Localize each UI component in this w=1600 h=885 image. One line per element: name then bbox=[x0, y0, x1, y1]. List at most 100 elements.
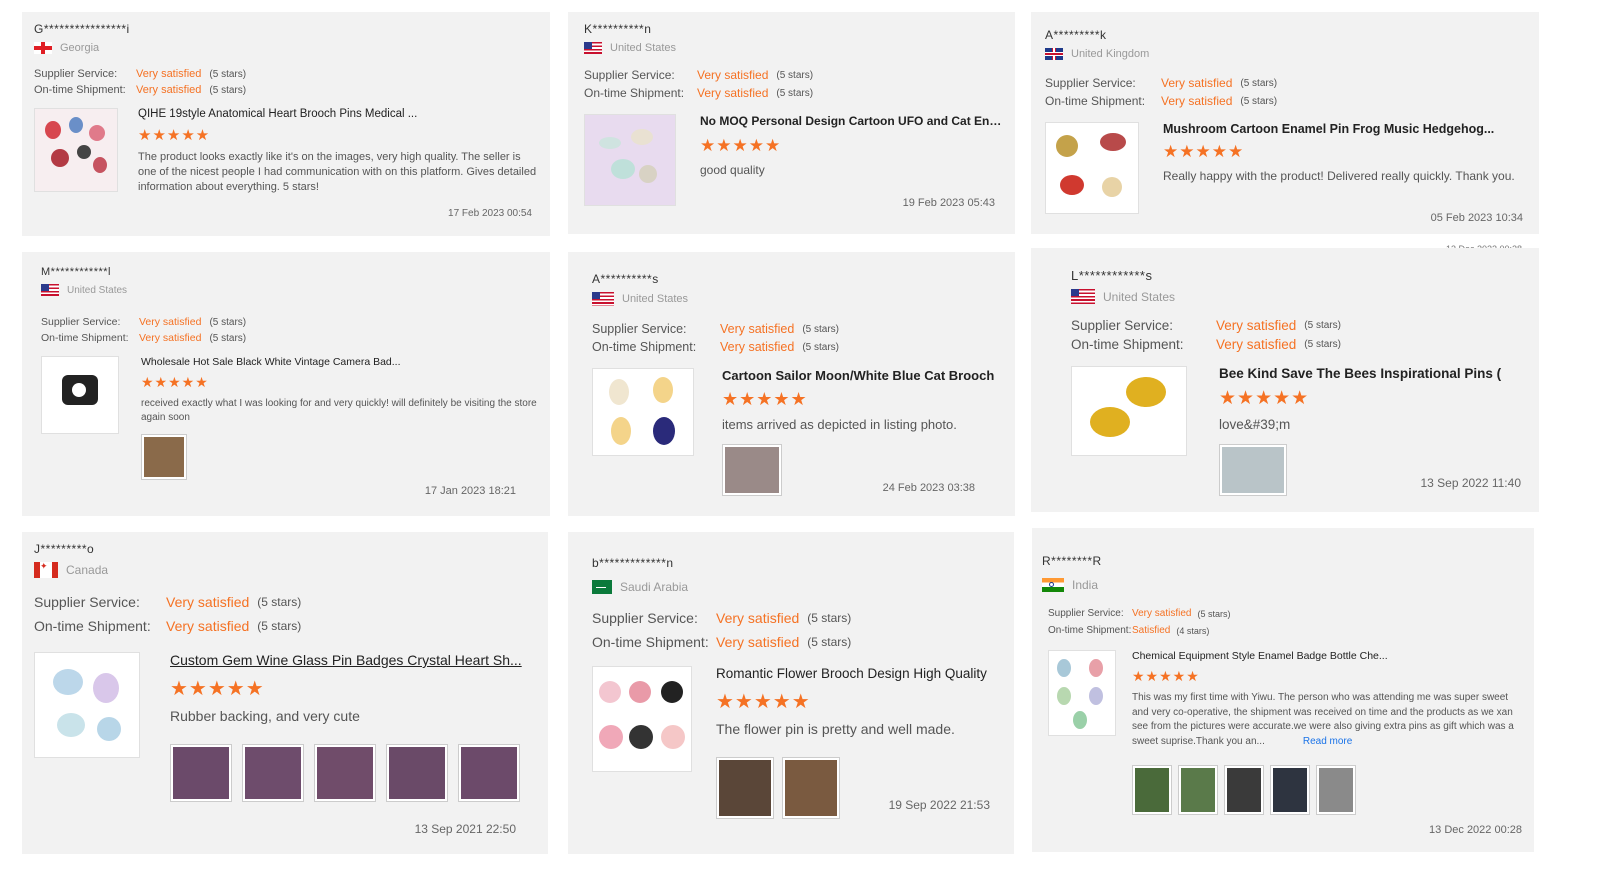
product-thumbnail[interactable] bbox=[592, 666, 692, 772]
review-photo[interactable] bbox=[458, 743, 520, 802]
rating-stars-icon: ★★★★★ bbox=[1163, 142, 1245, 161]
reviewer-name: A*********k bbox=[1045, 28, 1107, 42]
ontime-shipment-rating: On-time Shipment: Very satisfied (5 stars) bbox=[34, 618, 302, 634]
review-photo[interactable] bbox=[782, 756, 840, 819]
review-photo[interactable] bbox=[722, 443, 782, 496]
rating-stars-icon: ★★★★★ bbox=[1132, 668, 1200, 684]
rating-stars-icon: ★★★★★ bbox=[716, 691, 811, 713]
review-photo[interactable] bbox=[386, 743, 448, 802]
product-thumbnail[interactable] bbox=[34, 652, 140, 758]
review-text: The product looks exactly like it's on t… bbox=[138, 151, 537, 193]
reviewer-name: K**********n bbox=[584, 22, 652, 36]
reviewer-name: J*********o bbox=[34, 542, 95, 556]
review-text: items arrived as depicted in listing pho… bbox=[722, 417, 957, 432]
reviewer-country: United States bbox=[592, 292, 1003, 306]
supplier-service-rating: Supplier Service: Very satisfied (5 stars) bbox=[1071, 318, 1341, 333]
reviewer-name: A**********s bbox=[592, 272, 659, 286]
product-thumbnail[interactable] bbox=[34, 108, 118, 192]
review-card: J*********o Canada Supplier Service:Very… bbox=[22, 532, 548, 854]
rating-stars-icon: ★★★★★ bbox=[700, 136, 782, 155]
reviewer-name: G****************i bbox=[34, 22, 130, 36]
product-title[interactable]: Custom Gem Wine Glass Pin Badges Crystal… bbox=[170, 652, 536, 668]
reviewer-name: M************l bbox=[41, 266, 111, 278]
product-thumbnail[interactable] bbox=[584, 114, 676, 206]
ontime-shipment-rating: On-time Shipment: Very satisfied (5 stars) bbox=[34, 84, 247, 96]
product-title[interactable]: Mushroom Cartoon Enamel Pin Frog Music H… bbox=[1163, 122, 1527, 136]
review-text: love&#39;m bbox=[1219, 417, 1291, 432]
review-date: 19 Feb 2023 05:43 bbox=[902, 197, 995, 209]
saudi-arabia-flag-icon bbox=[592, 580, 612, 594]
reviewer-country: Saudi Arabia bbox=[592, 580, 1002, 594]
review-photo[interactable] bbox=[1219, 444, 1287, 497]
supplier-service-rating: Supplier Service: Very satisfied (5 stars) bbox=[34, 594, 302, 610]
ontime-shipment-rating: On-time Shipment: Very satisfied (5 stars) bbox=[1045, 94, 1278, 108]
review-photo[interactable] bbox=[1270, 765, 1310, 815]
review-text: Rubber backing, and very cute bbox=[170, 708, 360, 724]
product-thumbnail[interactable] bbox=[1048, 650, 1116, 736]
reviewer-country: Canada bbox=[34, 562, 536, 578]
ontime-shipment-rating: On-time Shipment: Satisfied (4 stars) bbox=[1048, 625, 1210, 636]
review-photo[interactable] bbox=[1224, 765, 1264, 815]
review-date: 13 Sep 2021 22:50 bbox=[414, 822, 516, 836]
review-photo[interactable] bbox=[1178, 765, 1218, 815]
ontime-shipment-rating: On-time Shipment: Very satisfied (5 stars) bbox=[584, 86, 814, 100]
india-flag-icon bbox=[1042, 578, 1064, 592]
review-photo[interactable] bbox=[170, 743, 232, 802]
product-thumbnail[interactable] bbox=[41, 356, 119, 434]
product-title[interactable]: Romantic Flower Brooch Design High Quali… bbox=[716, 666, 1002, 681]
ontime-shipment-rating: On-time Shipment: Very satisfied (5 stars) bbox=[592, 634, 852, 650]
review-date: 24 Feb 2023 03:38 bbox=[882, 482, 975, 494]
rating-stars-icon: ★★★★★ bbox=[141, 374, 209, 390]
reviewer-country: United States bbox=[41, 284, 538, 296]
review-photo[interactable] bbox=[242, 743, 304, 802]
product-thumbnail[interactable] bbox=[592, 368, 694, 456]
us-flag-icon bbox=[41, 284, 59, 296]
georgia-flag-icon bbox=[34, 42, 52, 54]
supplier-service-rating: Supplier Service: Very satisfied (5 stars) bbox=[592, 322, 840, 336]
review-text: Really happy with the product! Delivered… bbox=[1163, 169, 1515, 183]
review-text: good quality bbox=[700, 163, 765, 177]
product-thumbnail[interactable] bbox=[1045, 122, 1139, 214]
rating-stars-icon: ★★★★★ bbox=[170, 678, 265, 700]
read-more-link[interactable]: Read more bbox=[1303, 736, 1352, 747]
reviewer-country: United Kingdom bbox=[1045, 48, 1527, 60]
supplier-service-rating: Supplier Service: Very satisfied (5 stars) bbox=[584, 68, 814, 82]
canada-flag-icon bbox=[34, 562, 58, 578]
product-title[interactable]: Bee Kind Save The Bees Inspirational Pin… bbox=[1219, 366, 1527, 381]
product-thumbnail[interactable] bbox=[1071, 366, 1187, 456]
review-date: 19 Sep 2022 21:53 bbox=[888, 798, 990, 812]
review-card: A*********k United Kingdom Supplier Serv… bbox=[1031, 12, 1539, 234]
product-title[interactable]: Wholesale Hot Sale Black White Vintage C… bbox=[141, 356, 538, 368]
product-title[interactable]: Chemical Equipment Style Enamel Badge Bo… bbox=[1132, 650, 1522, 662]
ontime-shipment-rating: On-time Shipment: Very satisfied (5 stars) bbox=[592, 340, 840, 354]
product-title[interactable]: No MOQ Personal Design Cartoon UFO and C… bbox=[700, 114, 1003, 128]
review-photo[interactable] bbox=[314, 743, 376, 802]
review-date: 17 Feb 2023 00:54 bbox=[448, 208, 532, 219]
review-photo[interactable] bbox=[1132, 765, 1172, 815]
review-photo[interactable] bbox=[716, 756, 774, 819]
rating-stars-icon: ★★★★★ bbox=[138, 127, 211, 144]
review-date: 13 Dec 2022 00:28 bbox=[1429, 824, 1522, 836]
uk-flag-icon bbox=[1045, 48, 1063, 60]
review-card: b*************n Saudi Arabia Supplier Se… bbox=[568, 532, 1014, 854]
us-flag-icon bbox=[592, 292, 614, 306]
review-card: R********R India Supplier Service: Very s… bbox=[1032, 528, 1534, 852]
reviewer-country: United States bbox=[1071, 289, 1527, 304]
supplier-service-rating: Supplier Service: Very satisfied (5 stars) bbox=[592, 610, 852, 626]
ontime-shipment-rating: On-time Shipment: Very satisfied (5 stars) bbox=[41, 332, 247, 344]
review-card: L************s United States Supplier Se… bbox=[1031, 248, 1539, 512]
review-photo[interactable] bbox=[141, 434, 187, 480]
product-title[interactable]: Cartoon Sailor Moon/White Blue Cat Brooc… bbox=[722, 368, 1003, 383]
supplier-service-rating: Supplier Service: Very satisfied (5 stars) bbox=[41, 316, 247, 328]
review-photo[interactable] bbox=[1316, 765, 1356, 815]
ontime-shipment-rating: On-time Shipment: Very satisfied (5 stars) bbox=[1071, 337, 1341, 352]
supplier-service-rating: Supplier Service: Very satisfied (5 stars) bbox=[1045, 76, 1278, 90]
review-card: M************l United States Supplier Se… bbox=[22, 252, 550, 516]
supplier-service-rating: Supplier Service: Very satisfied (5 stars) bbox=[34, 68, 247, 80]
review-text: received exactly what I was looking for … bbox=[141, 398, 537, 423]
product-title[interactable]: QIHE 19style Anatomical Heart Brooch Pin… bbox=[138, 108, 538, 120]
review-text: The flower pin is pretty and well made. bbox=[716, 721, 955, 737]
review-date: 17 Jan 2023 18:21 bbox=[424, 485, 516, 497]
rating-stars-icon: ★★★★★ bbox=[722, 389, 808, 409]
reviewer-country: United States bbox=[584, 42, 1003, 54]
